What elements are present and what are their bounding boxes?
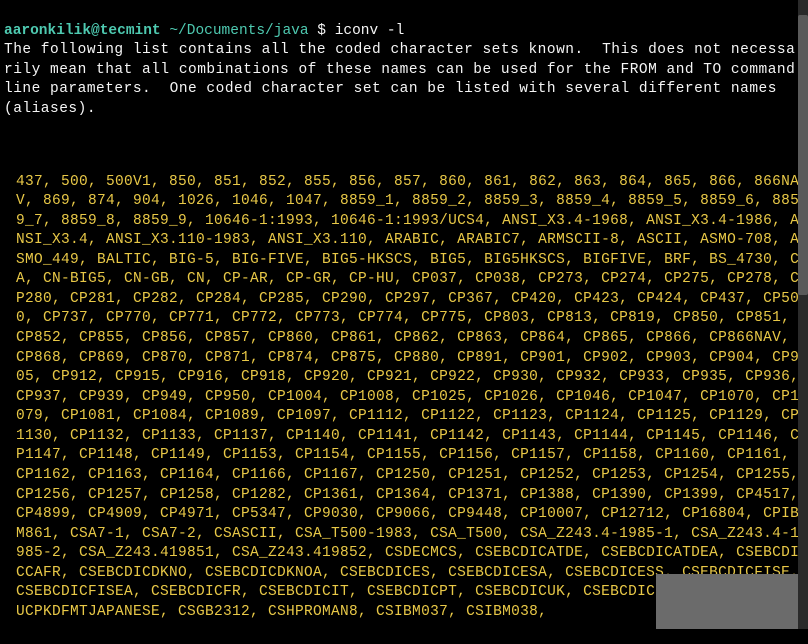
command-text: iconv -l: [335, 23, 405, 39]
scrollbar-track[interactable]: [798, 0, 808, 629]
prompt-user-host: aaronkilik@tecmint: [4, 23, 161, 39]
prompt-cwd: ~/Documents/java: [169, 23, 308, 39]
charset-list: 437, 500, 500V1, 850, 851, 852, 855, 856…: [4, 173, 804, 623]
terminal-output[interactable]: aaronkilik@tecmint ~/Documents/java $ ic…: [0, 0, 808, 644]
prompt-symbol: $: [317, 23, 326, 39]
scrollbar-thumb[interactable]: [798, 15, 808, 295]
overlay-block: [656, 574, 798, 629]
intro-description: The following list contains all the code…: [4, 41, 804, 119]
